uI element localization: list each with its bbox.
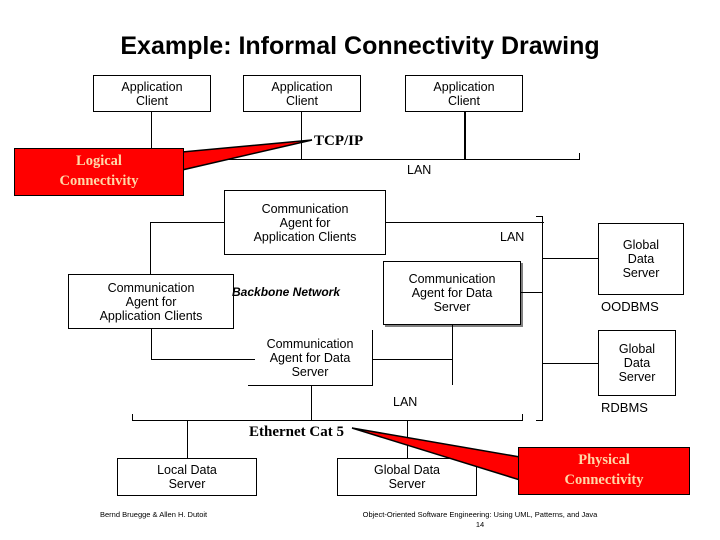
- ca-data-mid-line3: Server: [291, 364, 329, 379]
- link-ca-app-left-down: [151, 329, 152, 359]
- label-backbone-network: Backbone Network: [232, 285, 341, 299]
- node-global-data-server-oodbms: Global Data Server: [598, 223, 684, 295]
- link-lan-to-local-data-server: [187, 420, 188, 458]
- label-lan-top: LAN: [407, 163, 432, 177]
- label-lan-middle: LAN: [500, 230, 525, 244]
- node-comm-agent-app-clients-left: Communication Agent for Application Clie…: [68, 274, 234, 329]
- app-client-2-line2: Client: [286, 93, 318, 108]
- label-lan-bottom: LAN: [393, 395, 418, 409]
- slide-canvas: Example: Informal Connectivity Drawing A…: [0, 0, 720, 540]
- app-client-3-line1: Application: [433, 79, 495, 94]
- node-comm-agent-data-server-mid: Communication Agent for Data Server: [248, 330, 373, 386]
- ca-data-right-line2: Agent for Data: [411, 286, 493, 300]
- ca-app-left-line3: Application Clients: [99, 308, 203, 323]
- link-comm-top-to-right: [386, 222, 544, 223]
- label-ethernet-cat5: Ethernet Cat 5: [249, 424, 344, 440]
- gds-oodbms-line3: Server: [622, 266, 660, 280]
- page-title: Example: Informal Connectivity Drawing: [120, 32, 600, 60]
- ca-data-mid-line2: Agent for Data: [269, 350, 351, 365]
- bus-lan-top-right-terminator: [573, 153, 580, 160]
- node-comm-agent-app-clients-top: Communication Agent for Application Clie…: [224, 190, 386, 255]
- app-client-3-line2: Client: [448, 93, 480, 108]
- link-rightbus-to-rdbms: [542, 363, 599, 364]
- link-ca-data-right-to-bus: [521, 292, 543, 293]
- app-client-1-line2: Client: [136, 93, 168, 108]
- bus-lan-bottom-left-terminator: [132, 414, 139, 421]
- callout-physical-bubble: Physical Connectivity: [518, 447, 690, 495]
- ca-app-left-line2: Agent for: [125, 294, 177, 309]
- ca-app-left-line1: Communication: [107, 280, 195, 295]
- gds-rdbms-line1: Global: [618, 342, 656, 356]
- node-application-client-1: Application Client: [93, 75, 211, 112]
- link-ca-data-right-down: [452, 325, 453, 385]
- node-application-client-2: Application Client: [243, 75, 361, 112]
- right-bus-top-terminator: [536, 216, 543, 223]
- callout-logical-bubble: Logical Connectivity: [14, 148, 184, 196]
- gds-oodbms-line1: Global: [622, 238, 660, 252]
- app-client-1-line1: Application: [121, 79, 183, 94]
- ca-app-top-line3: Application Clients: [253, 229, 357, 244]
- link-ca-app-left-to-mid: [151, 359, 255, 360]
- callout-physical-line1: Physical: [578, 452, 630, 469]
- right-bus-bottom-terminator: [536, 414, 543, 421]
- local-data-server-line1: Local Data: [157, 463, 217, 477]
- bus-lan-bottom-right-terminator: [516, 414, 523, 421]
- link-right-bus-down: [542, 222, 543, 420]
- gds-rdbms-line3: Server: [618, 370, 656, 384]
- node-global-data-server-rdbms: Global Data Server: [598, 330, 676, 396]
- link-rightbus-to-oodbms: [542, 258, 599, 259]
- local-data-server-line2: Server: [168, 477, 206, 491]
- node-comm-agent-data-server-right: Communication Agent for Data Server: [383, 261, 521, 325]
- gds-oodbms-line2: Data: [627, 252, 655, 266]
- link-elbow-left-horizontal: [150, 222, 225, 223]
- ca-app-top-line1: Communication: [261, 201, 349, 216]
- callout-logical-line2: Connectivity: [59, 173, 139, 189]
- node-application-client-3: Application Client: [405, 75, 523, 112]
- ca-data-right-line3: Server: [433, 300, 471, 314]
- footer-page-number: 14: [475, 520, 485, 529]
- node-local-data-server: Local Data Server: [117, 458, 257, 496]
- callout-logical-line1: Logical: [76, 153, 122, 170]
- ca-app-top-line2: Agent for: [279, 215, 331, 230]
- ca-data-mid-line1: Communication: [266, 336, 354, 351]
- gds-rdbms-line2: Data: [623, 356, 651, 370]
- label-rdbms: RDBMS: [601, 400, 648, 415]
- label-oodbms: OODBMS: [601, 299, 659, 314]
- callout-physical-connectivity[interactable]: Physical Connectivity: [351, 425, 707, 497]
- link-client3-to-lan: [464, 112, 466, 159]
- link-mid-box-down: [311, 386, 312, 420]
- link-mid-box-right: [373, 359, 453, 360]
- app-client-2-line1: Application: [271, 79, 333, 94]
- footer-book-title: Object-Oriented Software Engineering: Us…: [362, 510, 598, 519]
- link-elbow-left-vertical: [150, 222, 151, 274]
- footer-authors: Bernd Bruegge & Allen H. Dutoit: [100, 510, 208, 519]
- ca-data-right-line1: Communication: [408, 272, 496, 286]
- bus-lan-bottom: [135, 420, 523, 421]
- callout-physical-line2: Connectivity: [564, 472, 644, 488]
